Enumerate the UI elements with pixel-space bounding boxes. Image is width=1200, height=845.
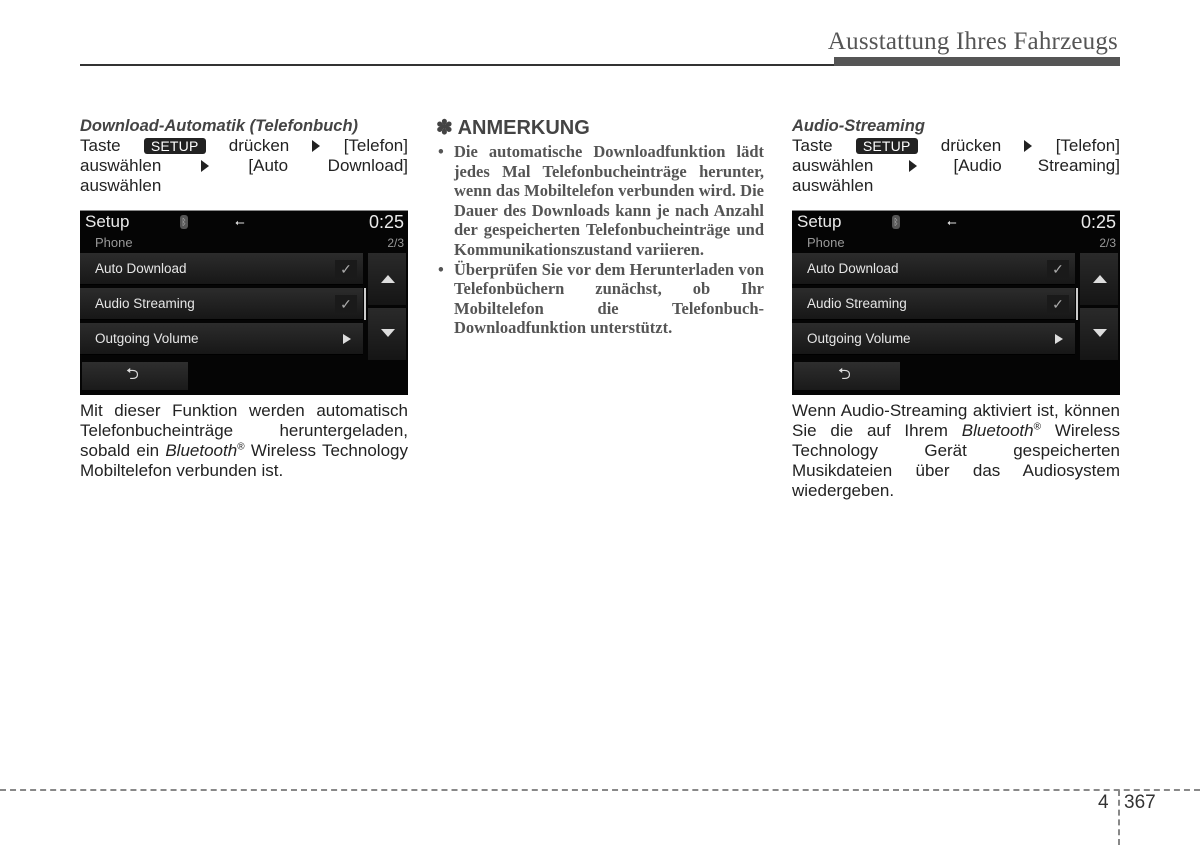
- instr-text: Taste: [80, 136, 121, 155]
- instr-text: [Telefon]: [1055, 136, 1120, 155]
- instr-text: [Telefon]: [343, 136, 408, 155]
- section-title: Audio-Streaming: [792, 117, 925, 135]
- menu-item-outgoing-volume[interactable]: Outgoing Volume: [80, 323, 363, 355]
- note-item: Überprüfen Sie vor dem Herunterladen von…: [436, 260, 764, 338]
- description: Wenn Audio-Streaming aktiviert ist, könn…: [792, 401, 1120, 501]
- instr-text: Streaming]: [1037, 156, 1120, 175]
- column-auto-download: Download-Automatik (Telefonbuch) Taste S…: [80, 116, 408, 481]
- setup-key-badge: SETUP: [143, 138, 206, 154]
- scroll-up-button[interactable]: [1080, 253, 1118, 305]
- usb-icon: ⭠: [947, 215, 957, 229]
- footer-dashed-divider: [1118, 790, 1120, 845]
- note-list: Die automatische Downloadfunktion lädt j…: [436, 142, 764, 338]
- menu-item-label: Auto Download: [95, 261, 187, 276]
- setup-key-badge: SETUP: [855, 138, 918, 154]
- instr-text: [Audio: [953, 156, 1002, 175]
- instruction: Taste SETUP drücken [Telefon] auswählen …: [792, 136, 1120, 196]
- instr-text: drücken: [228, 136, 290, 155]
- scrollbar[interactable]: [364, 288, 366, 320]
- instr-text: drücken: [940, 136, 1002, 155]
- desc-bluetooth: Bluetooth: [961, 421, 1034, 440]
- scroll-down-button[interactable]: [1080, 308, 1118, 360]
- menu-item-label: Outgoing Volume: [807, 331, 911, 346]
- screen-status-bar: Setup ᛒ ⭠ 0:25: [792, 211, 1120, 233]
- triangle-up-icon: [381, 275, 395, 283]
- note-item: Die automatische Downloadfunktion lädt j…: [436, 142, 764, 260]
- desc-bluetooth: Bluetooth: [165, 441, 238, 460]
- header-bar: [834, 57, 1120, 66]
- bluetooth-icon: ᛒ: [180, 215, 188, 229]
- column-note: ✽ ANMERKUNG Die automatische Downloadfun…: [436, 116, 764, 338]
- chapter-header-title: Ausstattung Ihres Fahrzeugs: [827, 28, 1118, 55]
- scroll-up-button[interactable]: [368, 253, 406, 305]
- checkbox-checked-icon[interactable]: ✓: [1047, 295, 1069, 313]
- back-arrow-icon: ⮌: [838, 366, 851, 383]
- registered-mark: ®: [1033, 421, 1041, 433]
- screen-title: Setup: [85, 212, 130, 231]
- screen-page-indicator: 2/3: [1099, 236, 1116, 250]
- triangle-down-icon: [381, 329, 395, 337]
- section-title: Download-Automatik (Telefonbuch): [80, 117, 359, 135]
- bluetooth-icon: ᛒ: [892, 215, 900, 229]
- checkbox-checked-icon[interactable]: ✓: [335, 295, 357, 313]
- menu-item-label: Outgoing Volume: [95, 331, 199, 346]
- menu-item-label: Audio Streaming: [95, 296, 195, 311]
- setup-phone-screen: Setup ᛒ ⭠ 0:25 Phone 2/3 Auto Download ✓…: [80, 210, 408, 395]
- checkbox-checked-icon[interactable]: ✓: [335, 260, 357, 278]
- header-rule: [80, 64, 836, 66]
- description: Mit dieser Funktion werden automatisch T…: [80, 401, 408, 481]
- arrow-right-icon: [200, 160, 209, 172]
- instr-text: Download]: [327, 156, 408, 175]
- column-audio-streaming: Audio-Streaming Taste SETUP drücken [Tel…: [792, 116, 1120, 501]
- menu-item-label: Auto Download: [807, 261, 899, 276]
- instr-text: auswählen: [792, 156, 874, 175]
- back-button[interactable]: ⮌: [82, 362, 188, 390]
- instr-text: auswählen: [80, 156, 162, 175]
- scroll-down-button[interactable]: [368, 308, 406, 360]
- triangle-down-icon: [1093, 329, 1107, 337]
- screen-status-bar: Setup ᛒ ⭠ 0:25: [80, 211, 408, 233]
- screen-subtitle: Phone: [95, 235, 133, 250]
- page-number: 367: [1124, 792, 1156, 813]
- arrow-right-icon: [1024, 140, 1033, 152]
- back-arrow-icon: ⮌: [126, 366, 139, 383]
- screen-subtitle: Phone: [807, 235, 845, 250]
- chapter-number: 4: [1098, 792, 1109, 813]
- screen-page-indicator: 2/3: [387, 236, 404, 250]
- menu-item-outgoing-volume[interactable]: Outgoing Volume: [792, 323, 1075, 355]
- arrow-right-icon: [909, 160, 918, 172]
- footer-dashed-rule: [0, 789, 1200, 791]
- instr-text: Taste: [792, 136, 833, 155]
- registered-mark: ®: [237, 441, 245, 453]
- setup-phone-screen: Setup ᛒ ⭠ 0:25 Phone 2/3 Auto Download ✓…: [792, 210, 1120, 395]
- arrow-right-icon: [312, 140, 321, 152]
- screen-title: Setup: [797, 212, 842, 231]
- screen-clock: 0:25: [1080, 212, 1116, 232]
- back-button[interactable]: ⮌: [794, 362, 900, 390]
- menu-item-audio-streaming[interactable]: Audio Streaming ✓: [792, 288, 1075, 320]
- instr-text: auswählen: [792, 176, 874, 195]
- instr-text: auswählen: [80, 176, 162, 195]
- checkbox-checked-icon[interactable]: ✓: [1047, 260, 1069, 278]
- menu-item-label: Audio Streaming: [807, 296, 907, 311]
- triangle-up-icon: [1093, 275, 1107, 283]
- note-title: ✽ ANMERKUNG: [436, 117, 590, 139]
- submenu-arrow-icon: [343, 334, 351, 344]
- scrollbar[interactable]: [1076, 288, 1078, 320]
- instruction: Taste SETUP drücken [Telefon] auswählen …: [80, 136, 408, 196]
- menu-item-auto-download[interactable]: Auto Download ✓: [80, 253, 363, 285]
- submenu-arrow-icon: [1055, 334, 1063, 344]
- usb-icon: ⭠: [235, 215, 245, 229]
- instr-text: [Auto: [248, 156, 289, 175]
- menu-item-auto-download[interactable]: Auto Download ✓: [792, 253, 1075, 285]
- menu-item-audio-streaming[interactable]: Audio Streaming ✓: [80, 288, 363, 320]
- screen-clock: 0:25: [368, 212, 404, 232]
